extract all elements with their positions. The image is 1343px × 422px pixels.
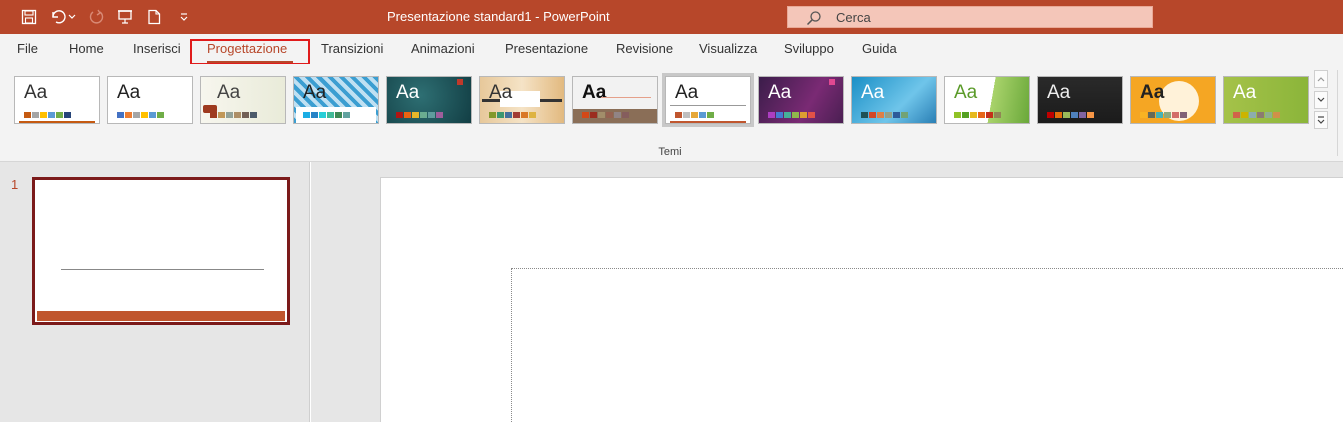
undo-dropdown-icon[interactable] (66, 7, 78, 27)
tab-transizioni[interactable]: Transizioni (321, 41, 383, 56)
slide-thumbnail[interactable] (32, 177, 290, 325)
tab-presentazione[interactable]: Presentazione (505, 41, 588, 56)
theme-facet[interactable]: Aa (944, 76, 1030, 124)
save-icon[interactable] (19, 7, 39, 27)
theme-aa-label: Aa (768, 82, 792, 103)
theme-aa-label: Aa (489, 82, 513, 103)
themes-gallery: Aa Aa Aa Aa Aa Aa Aa Aa Aa Aa Aa Aa Aa A… (10, 70, 1314, 128)
theme-aa-label: Aa (954, 82, 978, 103)
theme-aa-label: Aa (24, 82, 48, 103)
theme-aa-label: Aa (675, 82, 699, 103)
tab-home[interactable]: Home (69, 41, 104, 56)
theme-celestial[interactable]: Aa (758, 76, 844, 124)
tab-animazioni[interactable]: Animazioni (411, 41, 475, 56)
tab-sviluppo[interactable]: Sviluppo (784, 41, 834, 56)
scroll-up-icon (1317, 77, 1325, 82)
theme-parallax[interactable]: Aa (1223, 76, 1309, 124)
theme-dividend[interactable]: Aa (293, 76, 379, 124)
slide-number: 1 (11, 177, 19, 192)
theme-aa-label: Aa (117, 82, 141, 103)
theme-aa-label: Aa (1047, 82, 1071, 103)
theme-current[interactable]: Aa (662, 73, 754, 127)
theme-aa-label: Aa (217, 82, 241, 103)
customize-qat-icon[interactable] (174, 7, 194, 27)
title-bar: Presentazione standard1 - PowerPoint (0, 0, 1343, 34)
theme-ion[interactable]: Aa (386, 76, 472, 124)
theme-aa-label: Aa (1140, 82, 1165, 103)
theme-office[interactable]: Aa (14, 76, 100, 124)
active-tab-highlight-box (190, 39, 310, 65)
theme-organic[interactable]: Aa (479, 76, 565, 124)
ribbon-separator (1337, 70, 1338, 156)
theme-mesh[interactable]: Aa (1037, 76, 1123, 124)
tab-inserisci[interactable]: Inserisci (133, 41, 181, 56)
thumbnail-footer-bar (37, 311, 285, 321)
theme-aa-label: Aa (396, 82, 420, 103)
more-themes-icon (1317, 115, 1325, 124)
scroll-down-icon (1317, 97, 1325, 102)
themes-group-label: Temi (658, 146, 682, 158)
redo-icon[interactable] (86, 7, 106, 27)
new-file-icon[interactable] (144, 7, 164, 27)
search-box[interactable] (787, 6, 1153, 28)
tab-visualizza[interactable]: Visualizza (699, 41, 757, 56)
search-icon (806, 10, 822, 31)
theme-badge[interactable]: Aa (1130, 76, 1216, 124)
theme-vapor[interactable]: Aa (200, 76, 286, 124)
theme-aa-label: Aa (303, 82, 327, 103)
gallery-scroll-down-button[interactable] (1314, 91, 1328, 109)
tab-file[interactable]: File (17, 41, 38, 56)
theme-wood-type[interactable]: Aa (572, 76, 658, 124)
theme-aa-label: Aa (861, 82, 885, 103)
theme-office-theme[interactable]: Aa (107, 76, 193, 124)
theme-aa-label: Aa (582, 82, 607, 103)
theme-aa-label: Aa (1233, 82, 1257, 103)
window-title: Presentazione standard1 - PowerPoint (387, 9, 610, 24)
thumbnail-title-line (61, 269, 264, 270)
tab-revisione[interactable]: Revisione (616, 41, 673, 56)
tab-guida[interactable]: Guida (862, 41, 897, 56)
title-placeholder[interactable] (511, 268, 1343, 422)
present-from-start-icon[interactable] (115, 7, 135, 27)
search-input[interactable] (836, 9, 1136, 25)
undo-icon[interactable] (48, 7, 68, 27)
gallery-scroll-up-button[interactable] (1314, 70, 1328, 88)
gallery-more-button[interactable] (1314, 111, 1328, 129)
theme-integral[interactable]: Aa (851, 76, 937, 124)
